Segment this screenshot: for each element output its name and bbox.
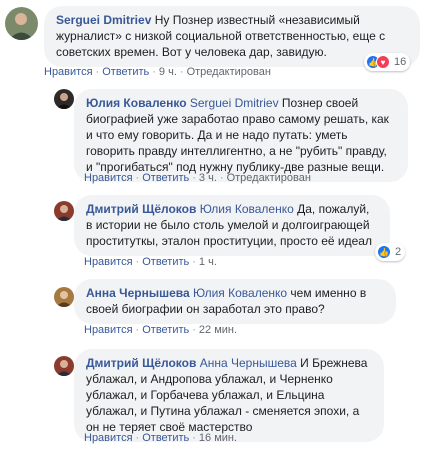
comment-bubble: Дмитрий Щёлоков Анна Чернышева И Брежнев… bbox=[74, 349, 384, 442]
avatar[interactable] bbox=[5, 7, 38, 40]
love-icon: ♥ bbox=[376, 55, 390, 69]
edited-label: Отредактирован bbox=[186, 66, 271, 78]
timestamp[interactable]: 1 ч. bbox=[199, 256, 217, 268]
reply-link[interactable]: Ответить bbox=[142, 432, 189, 444]
comment-bubble: Анна Чернышева Юлия Коваленко чем именно… bbox=[74, 279, 396, 324]
comment-author[interactable]: Анна Чернышева bbox=[86, 286, 190, 300]
comment-author[interactable]: Юлия Коваленко bbox=[86, 96, 187, 110]
like-link[interactable]: Нравится bbox=[84, 256, 133, 268]
mention-link[interactable]: Юлия Коваленко bbox=[193, 286, 287, 300]
comment-actions: Нравится · Ответить · 9 ч. · Отредактирован bbox=[44, 66, 271, 78]
avatar-photo bbox=[54, 89, 74, 109]
like-icon: 👍 bbox=[377, 245, 391, 259]
comment-bubble: Юлия Коваленко Serguei Dmitriev Познер с… bbox=[74, 89, 408, 182]
avatar[interactable] bbox=[54, 201, 74, 221]
avatar[interactable] bbox=[54, 356, 74, 376]
avatar-photo bbox=[54, 356, 74, 376]
reply-link[interactable]: Ответить bbox=[142, 256, 189, 268]
reactions-badge[interactable]: 👍 ♥ 16 bbox=[364, 53, 411, 71]
like-link[interactable]: Нравится bbox=[84, 172, 133, 184]
like-link[interactable]: Нравится bbox=[84, 324, 133, 336]
comment-actions: Нравится · Ответить · 22 мин. bbox=[84, 324, 238, 336]
like-link[interactable]: Нравится bbox=[84, 432, 133, 444]
reactions-badge[interactable]: 👍 2 bbox=[375, 243, 406, 261]
timestamp[interactable]: 16 мин. bbox=[199, 432, 237, 444]
avatar[interactable] bbox=[54, 89, 74, 109]
avatar[interactable] bbox=[54, 287, 74, 307]
timestamp[interactable]: 9 ч. bbox=[159, 66, 177, 78]
comment-actions: Нравится · Ответить · 1 ч. bbox=[84, 256, 217, 268]
edited-label: Отредактирован bbox=[226, 172, 311, 184]
timestamp[interactable]: 22 мин. bbox=[199, 324, 237, 336]
avatar-photo bbox=[5, 7, 38, 40]
like-link[interactable]: Нравится bbox=[44, 66, 93, 78]
timestamp[interactable]: 3 ч. bbox=[199, 172, 217, 184]
reply-link[interactable]: Ответить bbox=[102, 66, 149, 78]
comment-actions: Нравится · Ответить · 3 ч. · Отредактирован bbox=[84, 172, 311, 184]
mention-link[interactable]: Serguei Dmitriev bbox=[190, 96, 279, 110]
reaction-count: 2 bbox=[395, 246, 402, 258]
mention-link[interactable]: Юлия Коваленко bbox=[200, 202, 294, 216]
reply-link[interactable]: Ответить bbox=[142, 324, 189, 336]
avatar-photo bbox=[54, 201, 74, 221]
mention-link[interactable]: Анна Чернышева bbox=[200, 356, 297, 370]
reaction-count: 16 bbox=[394, 56, 407, 68]
comment-actions: Нравится · Ответить · 16 мин. bbox=[84, 432, 238, 444]
comment-author[interactable]: Дмитрий Щёлоков bbox=[86, 202, 196, 216]
comment-bubble: Дмитрий Щёлоков Юлия Коваленко Да, пожал… bbox=[74, 195, 390, 256]
comment-author[interactable]: Дмитрий Щёлоков bbox=[86, 356, 196, 370]
avatar-photo bbox=[54, 287, 74, 307]
reply-link[interactable]: Ответить bbox=[142, 172, 189, 184]
comment-author[interactable]: Serguei Dmitriev bbox=[56, 13, 151, 27]
